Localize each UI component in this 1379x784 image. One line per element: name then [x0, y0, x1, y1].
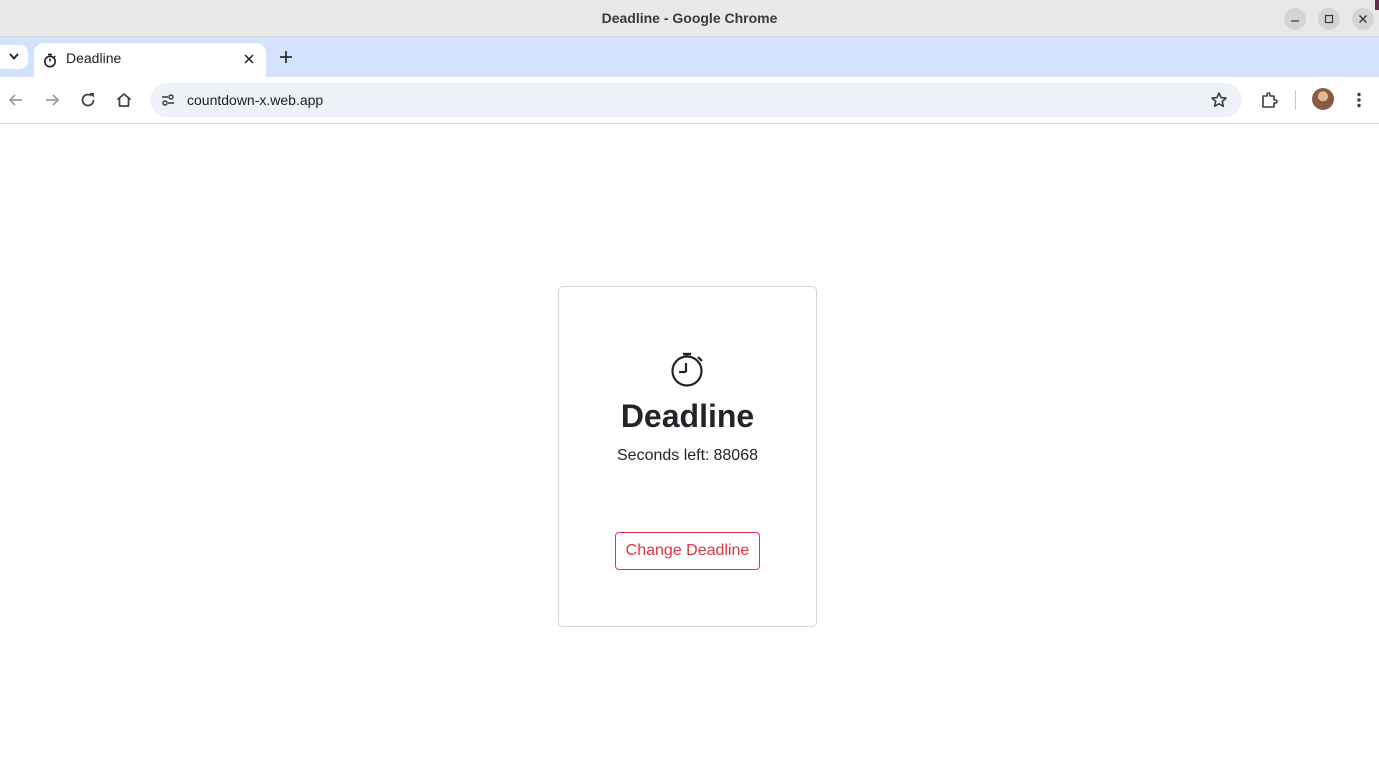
minimize-button[interactable]	[1284, 8, 1306, 30]
back-arrow-icon[interactable]	[6, 90, 26, 110]
seconds-left-text: Seconds left: 88068	[559, 445, 816, 467]
url-text[interactable]: countdown-x.web.app	[187, 83, 323, 117]
extensions-puzzle-icon[interactable]	[1259, 90, 1279, 110]
profile-avatar[interactable]	[1312, 88, 1334, 110]
change-deadline-button[interactable]: Change Deadline	[615, 532, 760, 570]
kebab-menu-icon[interactable]	[1349, 90, 1369, 110]
minimize-icon	[1291, 20, 1299, 22]
maximize-button[interactable]	[1318, 8, 1340, 30]
tab-list-button[interactable]	[0, 45, 28, 69]
maximize-icon	[1324, 14, 1334, 24]
seconds-left-label: Seconds left:	[617, 447, 710, 464]
tab-strip: Deadline	[0, 37, 1379, 77]
tab-close-icon[interactable]	[242, 52, 256, 66]
titlebar-corner	[1375, 0, 1379, 10]
tab-deadline[interactable]: Deadline	[34, 43, 266, 77]
toolbar-separator	[1295, 90, 1296, 110]
stopwatch-icon	[671, 352, 703, 387]
home-icon[interactable]	[114, 90, 134, 110]
address-bar[interactable]: countdown-x.web.app	[150, 83, 1242, 117]
window-title: Deadline - Google Chrome	[601, 10, 778, 26]
bookmark-star-icon[interactable]	[1209, 90, 1229, 110]
stopwatch-favicon	[44, 53, 56, 68]
site-info-icon[interactable]	[159, 91, 177, 109]
forward-arrow-icon[interactable]	[42, 90, 62, 110]
page-title: Deadline	[620, 398, 755, 434]
page-viewport: Deadline Seconds left: 88068 Change Deadl…	[0, 124, 1379, 784]
tab-title: Deadline	[66, 50, 122, 66]
close-icon	[1359, 15, 1367, 23]
close-window-button[interactable]	[1352, 8, 1374, 30]
window-titlebar: Deadline - Google Chrome	[0, 0, 1379, 37]
tab-list-chevron-icon	[9, 53, 19, 60]
deadline-card: Deadline Seconds left: 88068 Change Deadl…	[558, 286, 817, 627]
reload-icon[interactable]	[78, 90, 98, 110]
seconds-left-value: 88068	[713, 447, 759, 464]
new-tab-plus-icon[interactable]	[276, 47, 296, 67]
browser-toolbar: countdown-x.web.app	[0, 77, 1379, 124]
